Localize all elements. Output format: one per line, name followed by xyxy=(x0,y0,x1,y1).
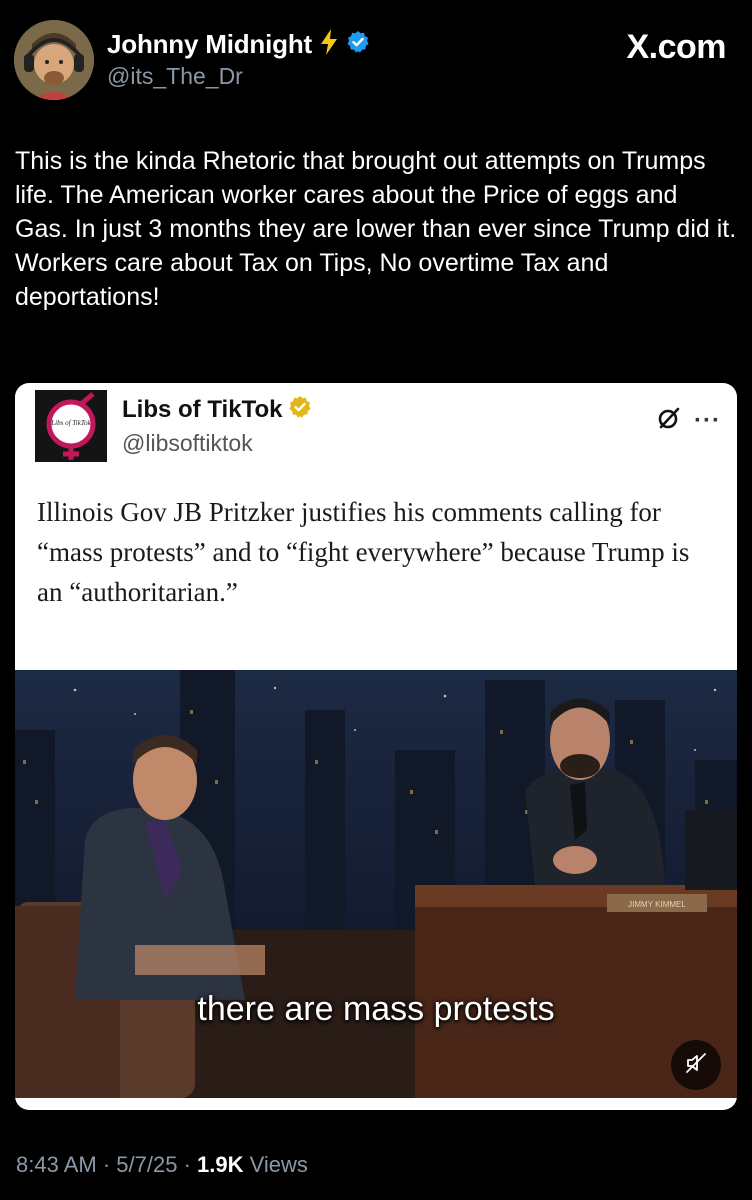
video-player[interactable]: JIMMY KIMMEL there are mass protests xyxy=(15,670,737,1098)
author-handle[interactable]: @its_The_Dr xyxy=(107,63,243,90)
post-meta: 8:43 AM · 5/7/25 · 1.9K Views xyxy=(16,1152,308,1178)
quoted-actions: ··· xyxy=(656,405,721,436)
quoted-text: Illinois Gov JB Pritzker justifies his c… xyxy=(37,497,690,607)
post-date[interactable]: 5/7/25 xyxy=(116,1152,177,1177)
quoted-author-handle[interactable]: @libsoftiktok xyxy=(122,430,253,457)
quoted-header: Libs of TikTok Libs of TikTok @libsoftik… xyxy=(15,383,737,463)
quoted-author-name[interactable]: Libs of TikTok xyxy=(122,396,282,424)
meta-separator: · xyxy=(96,1152,117,1177)
post-time[interactable]: 8:43 AM xyxy=(16,1152,97,1177)
post-header: Johnny Midnight @its_The_Dr X.com xyxy=(14,20,738,100)
grok-icon[interactable] xyxy=(656,405,682,436)
lightning-icon xyxy=(318,28,340,61)
video-caption: there are mass protests xyxy=(197,990,555,1028)
views-count[interactable]: 1.9K xyxy=(197,1152,243,1177)
author-name[interactable]: Johnny Midnight xyxy=(107,29,312,60)
author-avatar[interactable] xyxy=(14,20,94,100)
more-options-icon[interactable]: ··· xyxy=(694,407,721,435)
video-frame: JIMMY KIMMEL xyxy=(15,670,737,1098)
author-name-row: Johnny Midnight xyxy=(107,28,370,61)
desk-nameplate-text: JIMMY KIMMEL xyxy=(628,900,686,909)
quoted-name-row: Libs of TikTok xyxy=(122,395,312,424)
quoted-avatar-text: Libs of TikTok xyxy=(50,419,91,427)
meta-separator: · xyxy=(177,1152,198,1177)
quoted-post[interactable]: Libs of TikTok Libs of TikTok @libsoftik… xyxy=(15,383,737,1110)
verified-icon xyxy=(346,30,370,59)
site-logo: X.com xyxy=(626,28,726,66)
speaker-muted-icon xyxy=(684,1051,708,1080)
mute-button[interactable] xyxy=(671,1040,721,1090)
views-label: Views xyxy=(243,1152,308,1177)
gold-verified-icon xyxy=(288,395,312,424)
post-text: This is the kinda Rhetoric that brought … xyxy=(15,147,737,311)
quoted-avatar[interactable]: Libs of TikTok xyxy=(35,390,107,462)
